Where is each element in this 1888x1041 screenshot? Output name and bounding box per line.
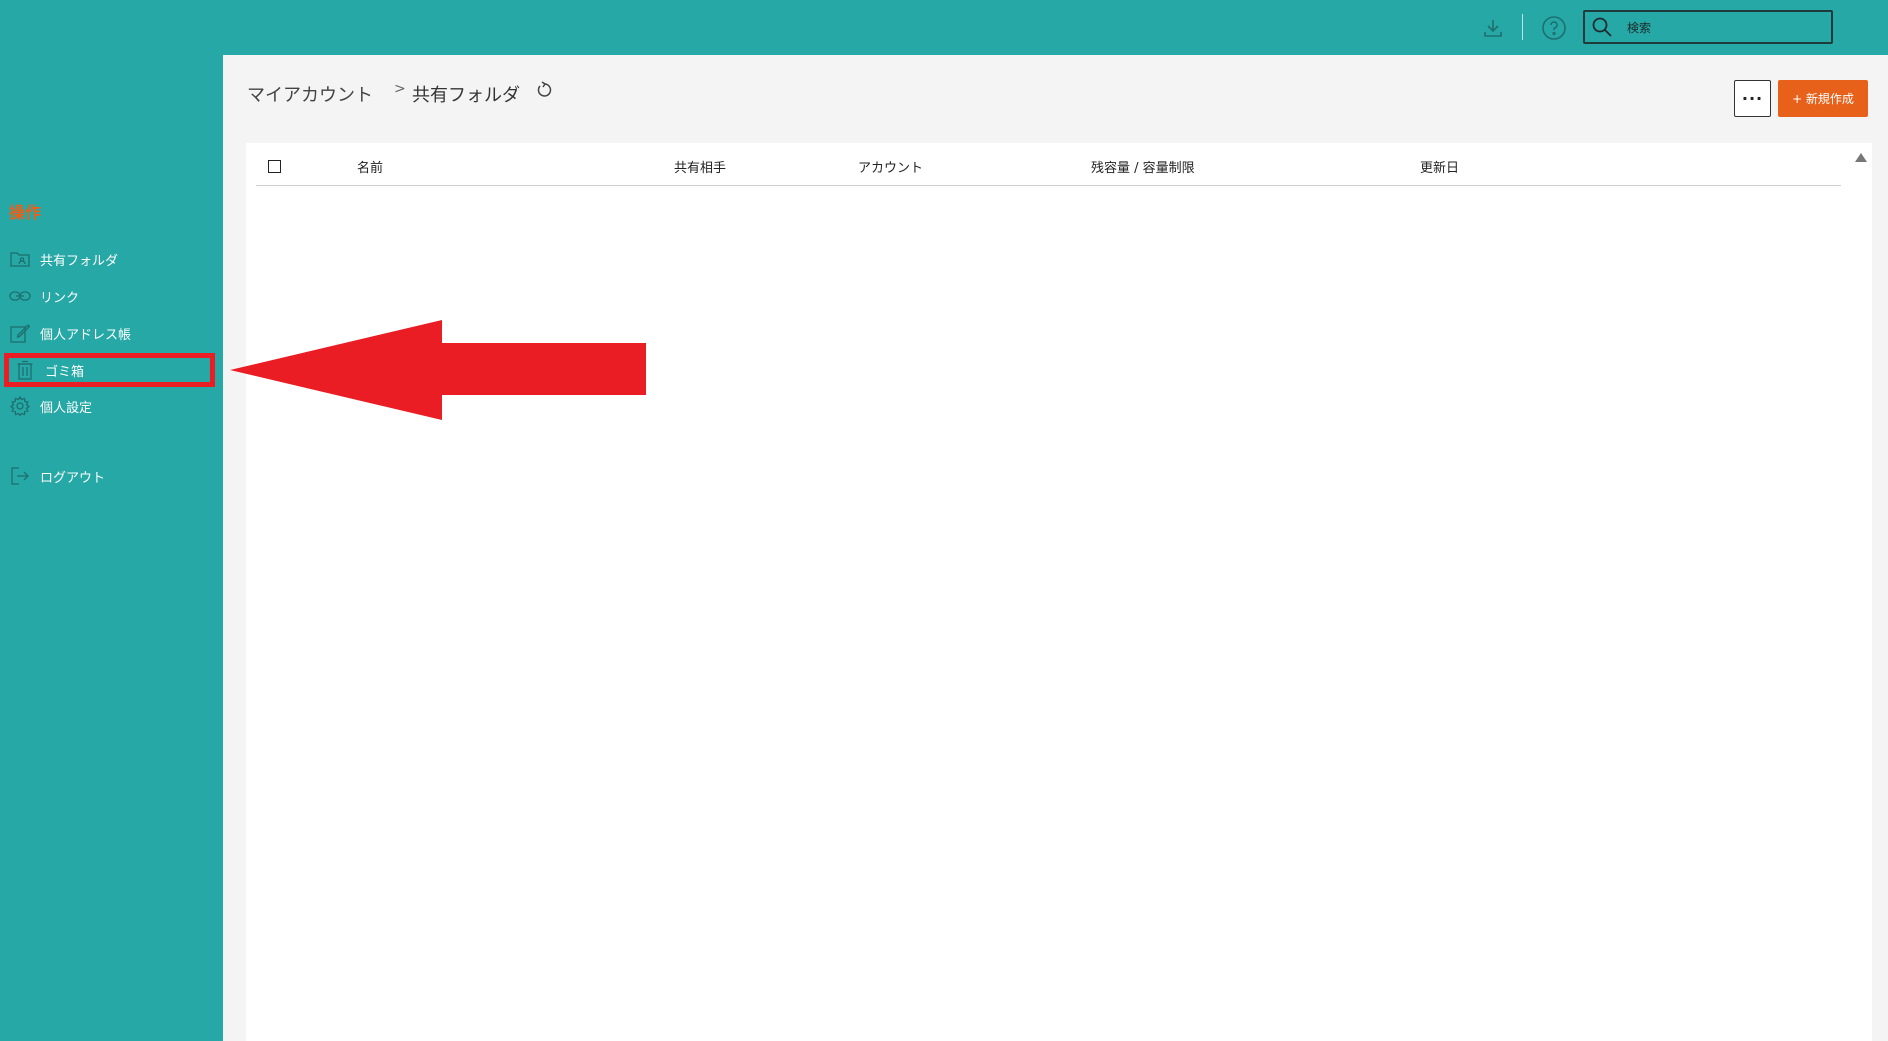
address-book-icon <box>9 322 31 344</box>
sidebar-item-settings[interactable]: 個人設定 <box>0 388 223 424</box>
search-box[interactable] <box>1583 10 1833 44</box>
sidebar-item-address-book[interactable]: 個人アドレス帳 <box>0 315 223 351</box>
scroll-up-arrow[interactable] <box>1854 151 1868 163</box>
refresh-button[interactable] <box>534 79 556 101</box>
sidebar-heading: 操作 <box>9 203 42 222</box>
column-header-name[interactable]: 名前 <box>357 157 383 176</box>
sidebar-item-label: 個人設定 <box>40 400 93 416</box>
file-table: 名前 共有相手 アカウント 残容量 / 容量制限 更新日 <box>246 143 1872 1041</box>
trash-icon <box>14 359 36 381</box>
breadcrumb-separator: > <box>394 81 406 97</box>
sidebar-item-label: リンク <box>40 290 80 306</box>
search-icon <box>1592 17 1612 37</box>
help-icon[interactable] <box>1540 14 1568 42</box>
sidebar-item-link[interactable]: リンク <box>0 278 223 314</box>
gear-icon <box>9 395 31 417</box>
download-icon[interactable] <box>1479 14 1507 42</box>
shared-folder-icon <box>9 248 31 270</box>
sidebar-item-label: 共有フォルダ <box>40 253 119 269</box>
column-header-capacity[interactable]: 残容量 / 容量制限 <box>1091 157 1195 176</box>
logout-icon <box>9 465 31 487</box>
more-options-button[interactable]: ··· <box>1734 80 1771 117</box>
sidebar-item-logout[interactable]: ログアウト <box>0 458 223 494</box>
main-content: マイアカウント > 共有フォルダ ··· + 新規作成 名前 共有相手 アカウン… <box>223 55 1888 1041</box>
column-header-account[interactable]: アカウント <box>858 157 923 176</box>
sidebar-item-shared-folder[interactable]: 共有フォルダ <box>0 241 223 277</box>
breadcrumb-root[interactable]: マイアカウント <box>247 81 373 107</box>
annotation-arrow <box>230 320 646 420</box>
sidebar-item-label: ゴミ箱 <box>45 364 85 380</box>
refresh-icon <box>537 81 552 97</box>
sidebar-item-label: ログアウト <box>40 470 106 486</box>
column-header-shared-with[interactable]: 共有相手 <box>674 157 726 176</box>
search-input[interactable] <box>1625 17 1829 39</box>
link-icon <box>9 285 31 307</box>
column-header-updated[interactable]: 更新日 <box>1420 157 1459 176</box>
create-new-button[interactable]: + 新規作成 <box>1778 80 1868 117</box>
select-all-checkbox[interactable] <box>268 160 281 173</box>
top-bar <box>0 0 1888 55</box>
sidebar: 操作 共有フォルダ リンク 個人アドレス帳 ゴミ箱 個人設定 ログアウト <box>0 55 223 1041</box>
breadcrumb-current: 共有フォルダ <box>412 85 520 106</box>
sidebar-item-label: 個人アドレス帳 <box>40 327 132 343</box>
topbar-divider <box>1522 14 1523 40</box>
sidebar-item-trash[interactable]: ゴミ箱 <box>4 353 215 387</box>
table-header: 名前 共有相手 アカウント 残容量 / 容量制限 更新日 <box>256 143 1841 186</box>
